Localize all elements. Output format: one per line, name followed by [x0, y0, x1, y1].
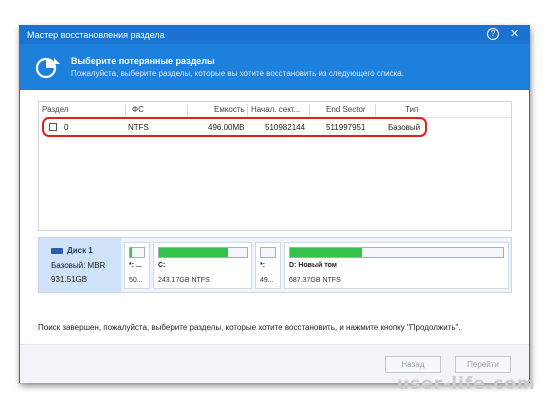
site-watermark: user-life.com — [397, 374, 536, 394]
disk-name: Диск 1 — [67, 246, 93, 255]
table-header: Раздел ФС Емкость Начал. сект... End Sec… — [39, 102, 511, 118]
partition-recovery-icon — [35, 57, 60, 79]
partition-label: D: Новый том — [289, 262, 337, 269]
partition-block[interactable]: C: 243.17GB NTFS — [153, 242, 252, 289]
header-title: Выберите потерянные разделы — [71, 56, 215, 66]
lost-partitions-table: Раздел ФС Емкость Начал. сект... End Sec… — [38, 101, 512, 231]
column-header-start-sector[interactable]: Начал. сект... — [251, 105, 300, 114]
wizard-header: Выберите потерянные разделы Пожалуйста, … — [20, 44, 529, 90]
usage-fill — [290, 248, 363, 257]
disk-map-panel: Диск 1 Базовый: MBR 931.51GB *: ... 50..… — [38, 237, 512, 293]
usage-bar — [260, 247, 276, 258]
next-button[interactable]: Перейти — [455, 356, 511, 373]
title-bar: Мастер восстановления раздела ? ✕ — [20, 26, 529, 44]
column-separator — [309, 104, 310, 116]
close-icon[interactable]: ✕ — [510, 28, 519, 40]
partition-label: *: ... — [129, 262, 142, 269]
partition-info: 50... — [129, 277, 143, 284]
row-highlight-annotation — [42, 117, 427, 137]
column-header-partition[interactable]: Раздел — [42, 105, 68, 114]
window-title: Мастер восстановления раздела — [27, 30, 165, 40]
usage-fill — [130, 248, 133, 257]
partition-block[interactable]: *: 49... — [255, 242, 281, 289]
usage-fill — [159, 248, 228, 257]
column-separator — [125, 104, 126, 116]
disk-icon — [51, 248, 63, 254]
partition-block[interactable]: *: ... 50... — [124, 242, 150, 289]
column-header-type[interactable]: Тип — [405, 105, 418, 114]
partition-info: 687.37GB NTFS — [289, 277, 341, 284]
help-icon[interactable]: ? — [487, 28, 499, 40]
status-message: Поиск завершен, пожалуйста, выберите раз… — [38, 323, 461, 332]
disk-size: 931.51GB — [51, 275, 88, 284]
partition-label: *: — [260, 262, 266, 269]
disk-info[interactable]: Диск 1 Базовый: MBR 931.51GB — [39, 238, 121, 292]
disk-type: Базовый: MBR — [51, 261, 106, 270]
column-header-capacity[interactable]: Емкость — [214, 105, 245, 114]
column-header-fs[interactable]: ФС — [132, 105, 144, 114]
column-separator — [247, 104, 248, 116]
usage-bar — [158, 247, 248, 258]
partition-info: 49... — [260, 277, 274, 284]
usage-bar — [289, 247, 504, 258]
column-separator — [187, 104, 188, 116]
header-subtitle: Пожалуйста, выберите разделы, которые вы… — [71, 69, 404, 78]
usage-bar — [129, 247, 145, 258]
back-button[interactable]: Назад — [385, 356, 441, 373]
column-header-end-sector[interactable]: End Sector — [326, 105, 366, 114]
partition-info: 243.17GB NTFS — [158, 277, 210, 284]
partition-recovery-wizard-window: Мастер восстановления раздела ? ✕ Выбери… — [19, 25, 530, 383]
column-separator — [375, 104, 376, 116]
partition-block[interactable]: D: Новый том 687.37GB NTFS — [284, 242, 509, 289]
partition-label: C: — [158, 262, 166, 269]
